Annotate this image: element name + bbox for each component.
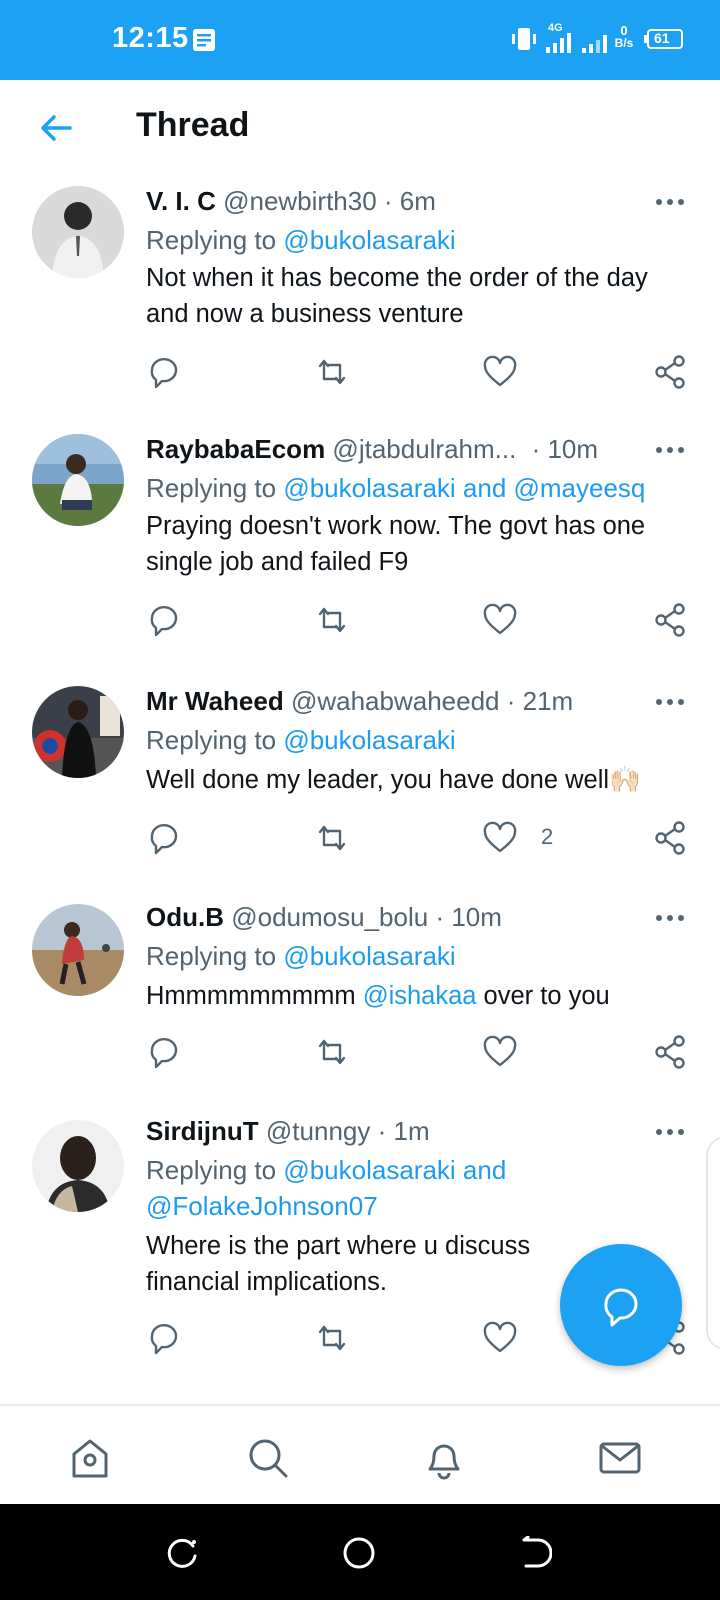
tweet-actions: 2: [0, 820, 720, 860]
share-icon[interactable]: [652, 1034, 688, 1070]
tweet-time: · 21m: [506, 686, 574, 716]
replying-to-link-2[interactable]: @FolakeJohnson07: [146, 1191, 378, 1221]
heart-icon[interactable]: [482, 354, 518, 390]
tweet-item[interactable]: RaybabaEcom @jtabdulrahm... · 10m Replyi…: [0, 412, 720, 666]
tweet-header: V. I. C @newbirth30 · 6m: [146, 186, 436, 217]
bottom-navigation: [0, 1404, 720, 1506]
display-name[interactable]: RaybabaEcom: [146, 434, 325, 464]
arrow-left-icon[interactable]: [38, 110, 74, 146]
tweet-item[interactable]: V. I. C @newbirth30 · 6m Replying to @bu…: [0, 176, 720, 414]
replying-to: Replying to @bukolasaraki and @FolakeJoh…: [146, 1155, 507, 1221]
heart-icon[interactable]: [482, 820, 518, 856]
raised-hands-emoji: 🙌🏻: [609, 766, 641, 794]
more-icon[interactable]: [655, 698, 685, 706]
avatar[interactable]: [32, 186, 124, 278]
status-time: 12:15: [112, 22, 189, 54]
tweet-header: Mr Waheed @wahabwaheedd · 21m: [146, 686, 573, 717]
more-icon[interactable]: [655, 1128, 685, 1136]
user-handle: @newbirth30: [223, 186, 377, 216]
display-name[interactable]: Mr Waheed: [146, 686, 284, 716]
heart-icon[interactable]: [482, 1320, 518, 1356]
user-handle: @tunngy: [265, 1116, 371, 1146]
battery-level: 61: [654, 30, 670, 46]
retweet-icon[interactable]: [314, 354, 350, 390]
user-handle: @jtabdulrahm...: [332, 434, 517, 464]
reply-icon[interactable]: [146, 602, 182, 638]
reply-icon[interactable]: [146, 1320, 182, 1356]
more-icon[interactable]: [655, 198, 685, 206]
like-count: 2: [541, 824, 554, 849]
retweet-icon[interactable]: [314, 1034, 350, 1070]
tweet-header: Odu.B @odumosu_bolu · 10m: [146, 902, 502, 933]
tweet-actions: [0, 354, 720, 394]
more-icon[interactable]: [655, 914, 685, 922]
retweet-icon[interactable]: [314, 1320, 350, 1356]
replying-to: Replying to @bukolasaraki: [146, 225, 456, 255]
recent-apps-icon[interactable]: [166, 1536, 200, 1570]
replying-to-link[interactable]: @bukolasaraki: [283, 225, 455, 255]
compose-reply-button[interactable]: [560, 1244, 682, 1366]
replying-to-link[interactable]: @bukolasaraki and: [283, 1155, 506, 1185]
net-speed: 0 B/s: [614, 23, 634, 50]
avatar[interactable]: [32, 434, 124, 526]
tweet-text: Where is the part where u discuss financ…: [146, 1232, 531, 1296]
replying-to: Replying to @bukolasaraki and @mayeesq: [146, 473, 646, 503]
replying-to: Replying to @bukolasaraki: [146, 941, 456, 971]
mention-link[interactable]: @ishakaa: [363, 982, 477, 1010]
share-icon[interactable]: [652, 354, 688, 390]
signal-icon: [546, 33, 571, 53]
retweet-icon[interactable]: [314, 602, 350, 638]
user-handle: @odumosu_bolu: [231, 902, 429, 932]
share-icon[interactable]: [652, 820, 688, 856]
tweet-item[interactable]: Mr Waheed @wahabwaheedd · 21m Replying t…: [0, 664, 720, 884]
display-name[interactable]: Odu.B: [146, 902, 224, 932]
tweet-time: · 10m: [531, 434, 599, 464]
tweet-time: · 1m: [377, 1116, 430, 1146]
tweet-actions: [0, 1034, 720, 1074]
page-title: Thread: [136, 106, 250, 144]
avatar[interactable]: [32, 904, 124, 996]
home-icon[interactable]: [68, 1436, 112, 1480]
home-button-icon[interactable]: [342, 1536, 376, 1570]
reply-icon[interactable]: [146, 820, 182, 856]
tweet-header: RaybabaEcom @jtabdulrahm... · 10m: [146, 434, 598, 465]
bell-icon[interactable]: [422, 1436, 466, 1480]
retweet-icon[interactable]: [314, 820, 350, 856]
vibrate-icon: [512, 28, 536, 50]
tweet-text: Praying doesn't work now. The govt has o…: [146, 512, 646, 576]
share-icon[interactable]: [652, 602, 688, 638]
system-navigation-bar: [0, 1504, 720, 1600]
replying-to-link[interactable]: @bukolasaraki and @mayeesq: [283, 473, 645, 503]
tweet-header: SirdijnuT @tunngy · 1m: [146, 1116, 430, 1147]
avatar[interactable]: [32, 686, 124, 778]
tweet-text: Hmmmmmmmmm @ishakaa over to you: [146, 982, 610, 1010]
tweet-actions: [0, 602, 720, 642]
heart-icon[interactable]: [482, 602, 518, 638]
tweet-item[interactable]: Odu.B @odumosu_bolu · 10m Replying to @b…: [0, 882, 720, 1100]
avatar[interactable]: [32, 1120, 124, 1212]
compose-reply-icon: [604, 1288, 638, 1327]
heart-icon[interactable]: [482, 1034, 518, 1070]
reply-icon[interactable]: [146, 1034, 182, 1070]
mail-icon[interactable]: [598, 1436, 642, 1480]
reply-icon[interactable]: [146, 354, 182, 390]
message-notification-icon: [193, 29, 215, 51]
back-button-icon[interactable]: [518, 1536, 552, 1570]
replying-to: Replying to @bukolasaraki: [146, 725, 456, 755]
display-name[interactable]: V. I. C: [146, 186, 216, 216]
tweet-time: · 6m: [383, 186, 436, 216]
edge-panel-handle[interactable]: [706, 1136, 720, 1350]
tweet-time: · 10m: [435, 902, 502, 932]
signal-2-icon: [582, 35, 607, 53]
user-handle: @wahabwaheedd: [290, 686, 500, 716]
search-icon[interactable]: [246, 1436, 290, 1480]
status-bar: 12:15 4G 0 B/s 61: [0, 0, 720, 80]
tweet-text: Well done my leader, you have done well🙌…: [146, 766, 641, 794]
tweet-text: Not when it has become the order of the …: [146, 264, 648, 328]
display-name[interactable]: SirdijnuT: [146, 1116, 259, 1146]
replying-to-link[interactable]: @bukolasaraki: [283, 725, 455, 755]
more-icon[interactable]: [655, 446, 685, 454]
thread-header: Thread: [0, 80, 720, 178]
replying-to-link[interactable]: @bukolasaraki: [283, 941, 455, 971]
